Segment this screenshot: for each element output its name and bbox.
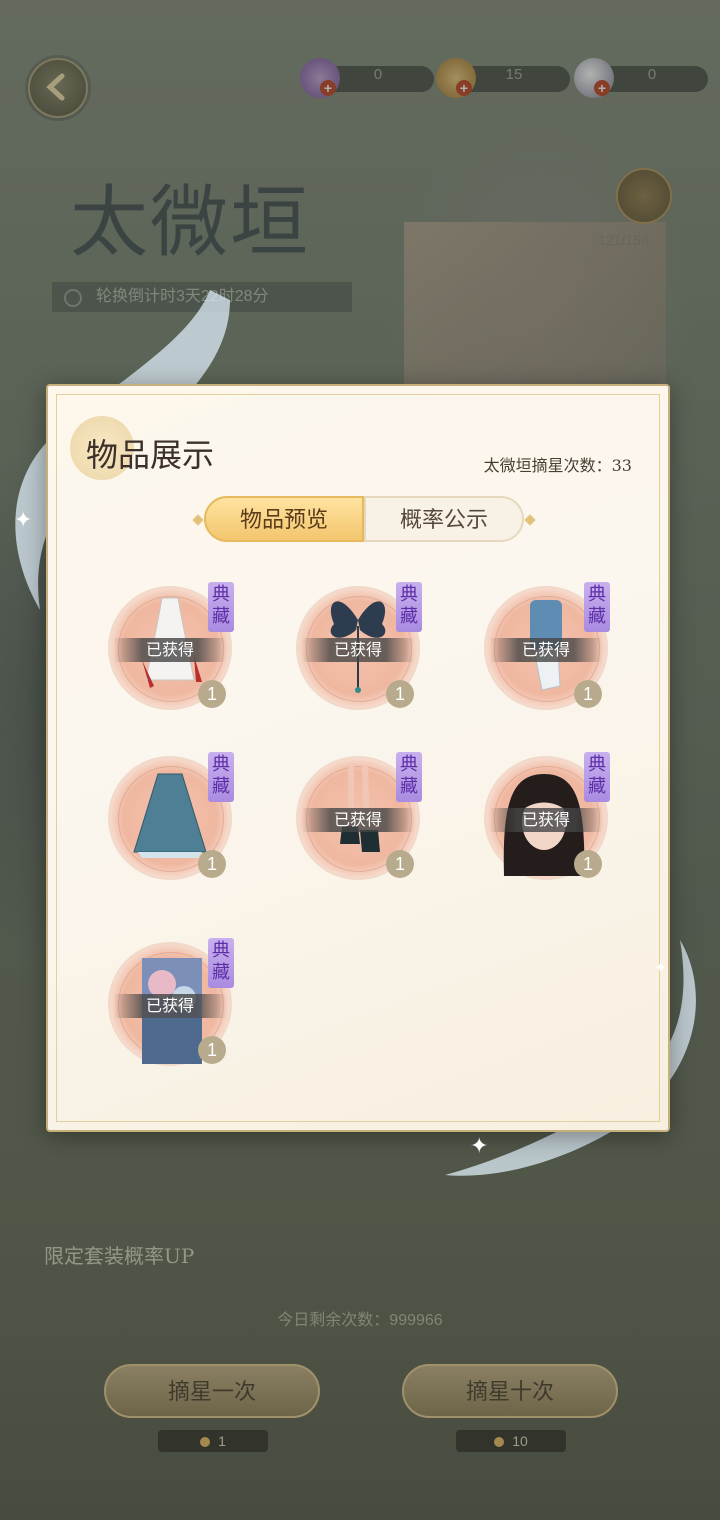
owned-label: 已获得 [114, 994, 226, 1018]
item-white-dress[interactable]: 典藏 已获得 1 [108, 582, 234, 710]
sparkle-icon: ✦ [470, 1134, 489, 1159]
collection-tag: 典藏 [584, 582, 610, 632]
remaining-draws: 今日剩余次数：999966 [277, 1312, 443, 1329]
draw-once-cost: 1 [158, 1430, 268, 1452]
owned-label: 已获得 [114, 638, 226, 662]
collection-tag: 典藏 [396, 582, 422, 632]
modal-title: 物品展示 [86, 436, 215, 474]
draw-ten-button[interactable]: 摘星十次 [402, 1364, 618, 1418]
blue-skirt-icon [133, 773, 207, 858]
item-count-badge: 1 [198, 1036, 226, 1064]
gem-icon [494, 1437, 505, 1448]
owned-label: 已获得 [490, 638, 602, 662]
owned-label: 已获得 [490, 808, 602, 832]
collection-tag: 典藏 [208, 582, 234, 632]
item-showcase-modal: 物品展示 太微垣摘星次数：33 物品预览 概率公示 典藏 已获得 1 典藏 已获… [46, 384, 670, 1132]
tab-bar: 物品预览 概率公示 [192, 496, 536, 542]
item-count-badge: 1 [574, 680, 602, 708]
item-count-badge: 1 [574, 850, 602, 878]
item-blue-skirt[interactable]: 典藏 1 [108, 752, 234, 880]
tab-item-preview[interactable]: 物品预览 [204, 496, 364, 542]
cost-value: 10 [512, 1433, 528, 1449]
item-count-badge: 1 [386, 680, 414, 708]
item-count-badge: 1 [198, 680, 226, 708]
tab-probability[interactable]: 概率公示 [364, 496, 524, 542]
item-blue-socks[interactable]: 典藏 已获得 1 [484, 582, 610, 710]
item-black-shoes[interactable]: 典藏 已获得 1 [296, 752, 422, 880]
sparkle-icon: ✦ [654, 958, 668, 977]
owned-label: 已获得 [302, 808, 414, 832]
collection-tag: 典藏 [396, 752, 422, 802]
collection-tag: 典藏 [208, 938, 234, 988]
item-illustration-card[interactable]: 典藏 已获得 1 [108, 938, 234, 1066]
cost-value: 1 [218, 1433, 226, 1449]
draw-ten-cost: 10 [456, 1430, 566, 1452]
item-butterfly-hairpin[interactable]: 典藏 已获得 1 [296, 582, 422, 710]
collection-tag: 典藏 [584, 752, 610, 802]
item-count-badge: 1 [198, 850, 226, 878]
item-count-badge: 1 [386, 850, 414, 878]
gem-icon [200, 1437, 211, 1448]
draw-count-label: 太微垣摘星次数：33 [483, 456, 632, 475]
draw-once-button[interactable]: 摘星一次 [104, 1364, 320, 1418]
owned-label: 已获得 [302, 638, 414, 662]
collection-tag: 典藏 [208, 752, 234, 802]
item-black-hair[interactable]: 典藏 已获得 1 [484, 752, 610, 880]
promo-text: 限定套装概率UP [44, 1244, 195, 1268]
sparkle-icon: ✦ [14, 508, 33, 533]
